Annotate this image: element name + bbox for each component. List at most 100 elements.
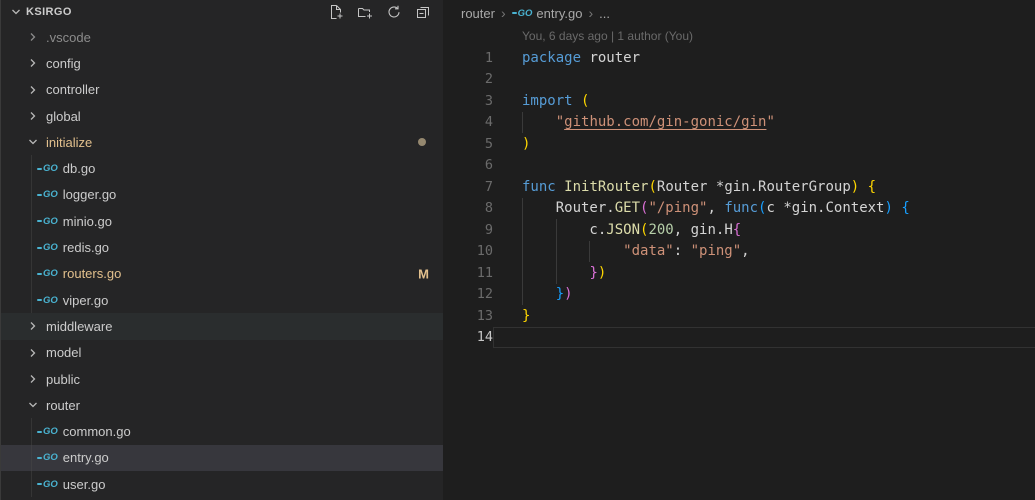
tree-item-model[interactable]: model xyxy=(1,340,443,366)
go-file-icon: GO xyxy=(37,189,58,200)
line-number[interactable]: 10 xyxy=(443,243,493,259)
code-line-14[interactable]: 14 xyxy=(443,327,1035,349)
line-number[interactable]: 5 xyxy=(443,136,493,152)
indent-guide xyxy=(522,219,523,241)
go-file-icon: GO xyxy=(37,216,58,227)
code-line-7[interactable]: 7 func InitRouter(Router *gin.RouterGroup… xyxy=(443,176,1035,198)
tree-item--vscode[interactable]: .vscode xyxy=(1,24,443,50)
tree-item-middleware[interactable]: middleware xyxy=(1,313,443,340)
code-token: import xyxy=(522,92,573,109)
line-number[interactable]: 4 xyxy=(443,114,493,130)
code-line-9[interactable]: 9 c. JSON(200, gin.H{ xyxy=(443,219,1035,241)
tree-indent-guide xyxy=(31,208,32,235)
new-folder-icon[interactable] xyxy=(357,4,373,20)
code-line-2[interactable]: 2 xyxy=(443,69,1035,91)
blame-annotation[interactable]: You, 6 days ago | 1 author (You) xyxy=(443,26,1035,47)
tree-item-initialize[interactable]: initialize xyxy=(1,129,443,155)
line-number[interactable]: 6 xyxy=(443,157,493,173)
import-link[interactable]: github.com/gin-gonic/gin xyxy=(564,114,766,130)
code-line-3[interactable]: 3 import ( xyxy=(443,90,1035,112)
code-token: , xyxy=(707,200,725,217)
line-number[interactable]: 3 xyxy=(443,93,493,109)
tree-indent-guide xyxy=(31,260,32,287)
tree-item-public[interactable]: public xyxy=(1,366,443,392)
go-file-icon: GO xyxy=(37,426,58,437)
chevron-right-icon xyxy=(30,33,36,42)
tree-item-redis-go[interactable]: GO redis.go xyxy=(1,234,443,261)
tree-item-label: logger.go xyxy=(62,187,117,203)
code-token: 200 xyxy=(648,221,674,238)
tree-item-db-go[interactable]: GO db.go xyxy=(1,155,443,182)
tree-item-content: GO common.go xyxy=(37,424,131,439)
git-modified-dot-badge xyxy=(418,138,426,147)
code-line-13[interactable]: 13} xyxy=(443,305,1035,327)
tree-indent-guide xyxy=(31,471,32,498)
new-file-icon[interactable] xyxy=(328,4,344,20)
tree-item-viper-go[interactable]: GO viper.go xyxy=(1,286,443,314)
code-token: router xyxy=(581,49,641,66)
breadcrumb-item-label: entry.go xyxy=(536,5,583,21)
explorer-root-header[interactable]: KSIRGO xyxy=(1,0,443,24)
code-line-11[interactable]: 11 }) xyxy=(443,262,1035,284)
tree-item-router[interactable]: router xyxy=(1,392,443,418)
tree-item-content: GO viper.go xyxy=(37,293,108,308)
tree-item-entry-go[interactable]: GO entry.go xyxy=(1,444,443,472)
code-line-8[interactable]: 8 Router. GET("/ping", func(c *gin.Contex… xyxy=(443,197,1035,219)
line-number[interactable]: 14 xyxy=(443,329,493,345)
tree-item-controller[interactable]: controller xyxy=(1,77,443,103)
go-file-icon: GO xyxy=(37,479,58,490)
indent-guide xyxy=(555,262,557,284)
tree-item-label: .vscode xyxy=(46,29,91,45)
line-number[interactable]: 2 xyxy=(443,71,493,87)
code-line-1[interactable]: 1 package router xyxy=(443,47,1035,69)
breadcrumb-separator-icon: › xyxy=(500,5,506,21)
go-file-icon: GO xyxy=(37,163,58,174)
tree-item-label: model xyxy=(46,345,82,361)
code-line-12[interactable]: 12 }) xyxy=(443,283,1035,305)
breadcrumb-item-label: router xyxy=(461,5,495,21)
tree-item-content: GO routers.go xyxy=(37,266,121,281)
code-token: ( xyxy=(758,200,767,217)
vscode-window: KSIRGO .vscode config controller global ini xyxy=(0,0,1035,500)
tree-item-config[interactable]: config xyxy=(1,50,443,76)
code-line-10[interactable]: 10 "data": "ping", xyxy=(443,240,1035,262)
tree-item-global[interactable]: global xyxy=(1,103,443,129)
code-token: "data" xyxy=(623,243,674,260)
code-line-content: ) xyxy=(493,133,1035,155)
tree-item-label: routers.go xyxy=(62,266,122,282)
tree-item-common-go[interactable]: GO common.go xyxy=(1,418,443,445)
refresh-icon[interactable] xyxy=(386,4,402,20)
line-number[interactable]: 1 xyxy=(443,50,493,66)
line-number[interactable]: 11 xyxy=(443,265,493,281)
tree-item-minio-go[interactable]: GO minio.go xyxy=(1,208,443,235)
collapse-folders-icon[interactable] xyxy=(415,4,431,20)
chevron-down-icon xyxy=(29,402,37,408)
tree-item-logger-go[interactable]: GO logger.go xyxy=(1,181,443,209)
tree-indent-guide xyxy=(31,234,32,261)
code-token: ) xyxy=(522,135,531,152)
chevron-right-icon xyxy=(30,112,36,120)
code-line-4[interactable]: 4 " github.com/gin-gonic/gin " xyxy=(443,111,1035,133)
breadcrumb-item[interactable]: GO entry.go xyxy=(512,6,583,21)
line-number[interactable]: 7 xyxy=(443,179,493,195)
code-line-5[interactable]: 5) xyxy=(443,133,1035,155)
indent-guide xyxy=(522,262,523,284)
code-token: } xyxy=(555,286,565,303)
tree-item-label: minio.go xyxy=(62,213,112,229)
line-number[interactable]: 12 xyxy=(443,286,493,302)
code-token: " xyxy=(766,114,775,131)
tree-item-user-go[interactable]: GO user.go xyxy=(1,471,443,498)
line-number[interactable]: 9 xyxy=(443,222,493,238)
code-token: ) xyxy=(597,264,607,281)
breadcrumb-item[interactable]: router xyxy=(461,6,495,21)
code-line-6[interactable]: 6 xyxy=(443,155,1035,177)
breadcrumb-item[interactable]: ... xyxy=(599,6,610,21)
line-number[interactable]: 13 xyxy=(443,308,493,324)
tree-item-label: user.go xyxy=(62,476,106,492)
line-number[interactable]: 8 xyxy=(443,200,493,216)
tree-item-content: GO db.go xyxy=(37,161,95,176)
indent-guide xyxy=(555,240,557,262)
tree-item-routers-go[interactable]: GO routers.go M xyxy=(1,260,443,287)
